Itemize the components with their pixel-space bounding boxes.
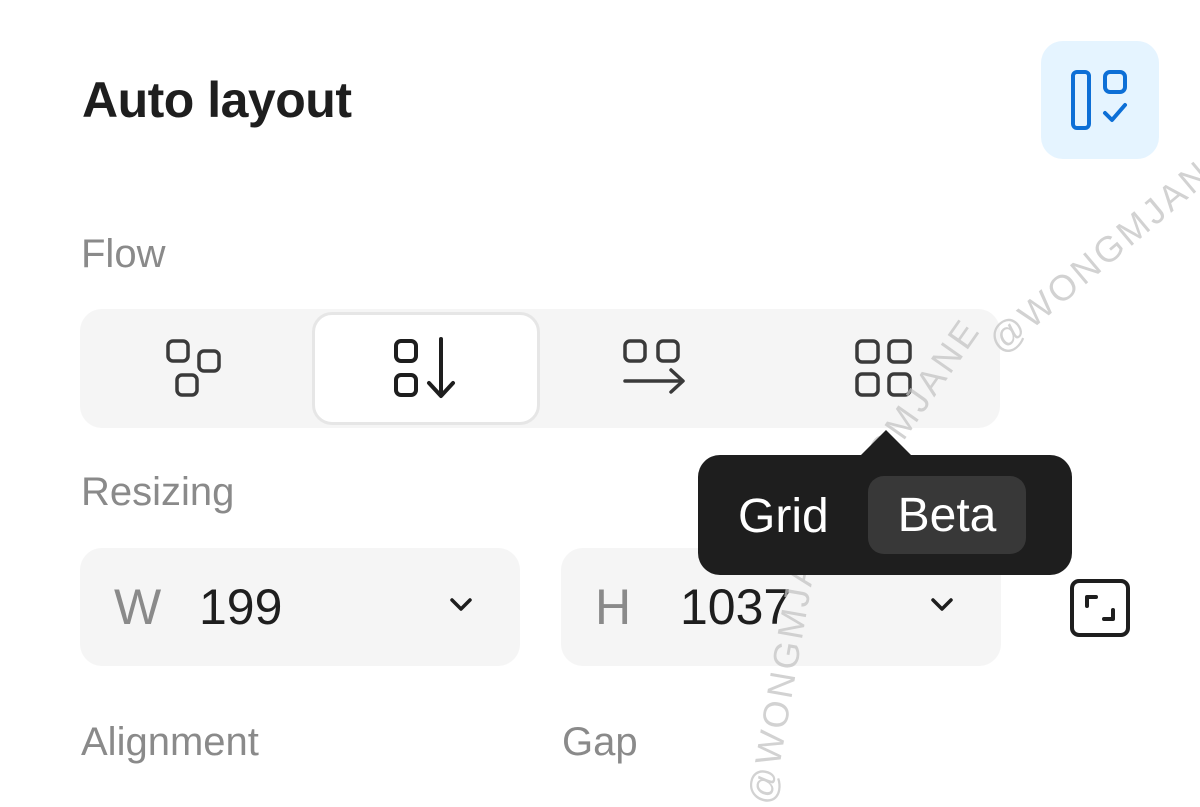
chevron-down-icon[interactable] [929, 596, 955, 614]
freeform-layout-icon [166, 338, 221, 397]
beta-badge-label: Beta [897, 488, 997, 542]
panel-title: Auto layout [82, 72, 352, 128]
height-key-label: H [595, 579, 632, 635]
beta-badge: Beta [868, 476, 1026, 554]
flow-option-horizontal[interactable] [540, 309, 770, 428]
resizing-label: Resizing [81, 470, 235, 514]
flow-option-freeform[interactable] [80, 309, 310, 428]
width-field[interactable]: W 199 [80, 548, 520, 666]
gap-label: Gap [562, 720, 638, 764]
grid-tooltip: Grid Beta [698, 455, 1072, 575]
tooltip-text: Grid [738, 490, 829, 543]
flow-option-vertical[interactable] [312, 312, 540, 425]
resize-to-fit-button[interactable] [1069, 578, 1131, 643]
width-value[interactable]: 199 [199, 578, 282, 636]
vertical-layout-icon [394, 336, 455, 398]
flow-label: Flow [81, 232, 166, 276]
resize-to-fit-icon [1070, 579, 1130, 637]
flow-segmented-control [80, 309, 1000, 428]
watermark: @WONGMJANE [980, 134, 1200, 362]
layout-suggestion-button[interactable] [1041, 41, 1159, 159]
tooltip-arrow [858, 430, 914, 458]
chevron-down-icon[interactable] [448, 596, 474, 614]
alignment-label: Alignment [81, 720, 259, 764]
layout-suggest-icon [1071, 70, 1127, 130]
horizontal-layout-icon [623, 338, 685, 394]
width-key-label: W [114, 579, 162, 635]
